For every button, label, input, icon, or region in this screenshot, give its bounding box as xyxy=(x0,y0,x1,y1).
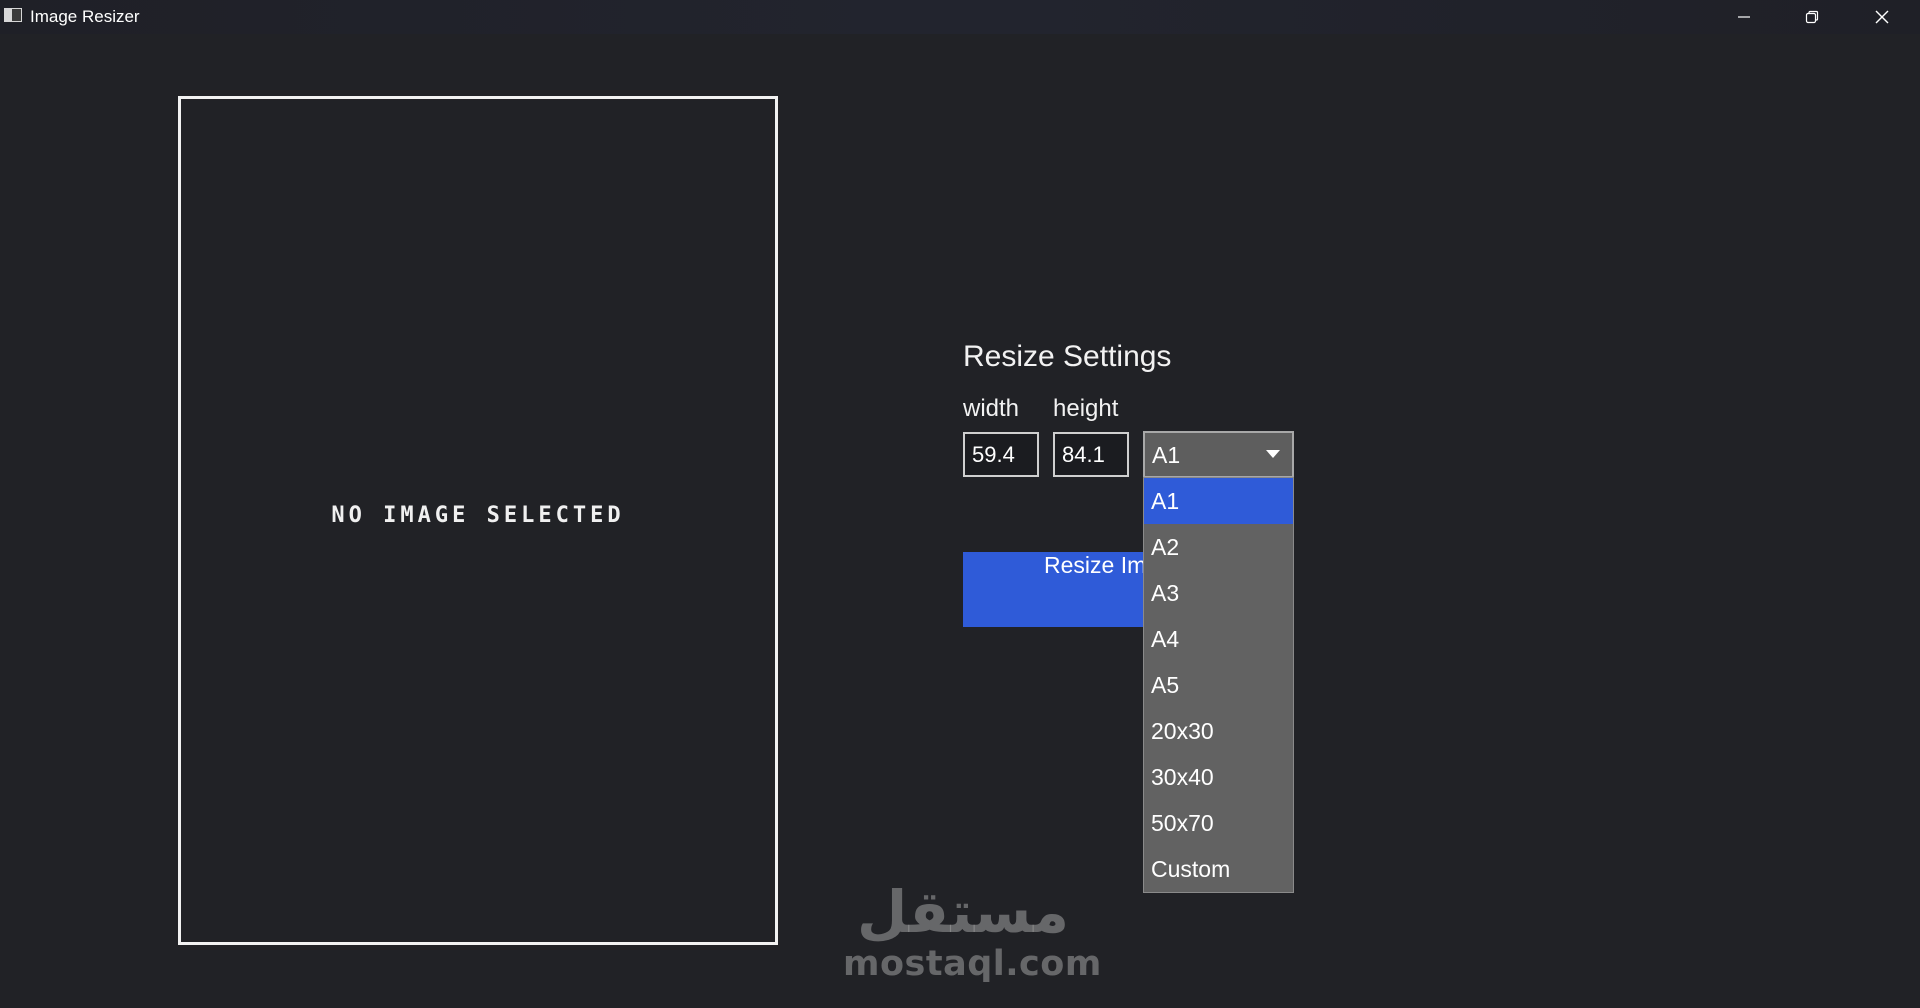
no-image-placeholder: NO IMAGE SELECTED xyxy=(331,503,625,528)
dropdown-option-a3[interactable]: A3 xyxy=(1144,570,1293,616)
chevron-down-icon xyxy=(1266,450,1280,458)
restore-button[interactable] xyxy=(1778,0,1846,34)
title-bar[interactable]: Image Resizer xyxy=(0,0,1920,34)
size-select-value: A1 xyxy=(1152,442,1181,468)
watermark: مستقل mostaql.com xyxy=(843,878,1102,984)
size-dropdown-list: A1 A2 A3 A4 A5 20x30 30x40 50x70 Custom xyxy=(1143,477,1294,893)
dropdown-option-30x40[interactable]: 30x40 xyxy=(1144,754,1293,800)
restore-icon xyxy=(1805,10,1819,24)
dropdown-option-a1[interactable]: A1 xyxy=(1144,478,1293,524)
dropdown-option-20x30[interactable]: 20x30 xyxy=(1144,708,1293,754)
dropdown-option-a5[interactable]: A5 xyxy=(1144,662,1293,708)
close-icon xyxy=(1875,10,1889,24)
height-input[interactable] xyxy=(1053,432,1129,477)
close-button[interactable] xyxy=(1848,0,1916,34)
height-label: height xyxy=(1053,395,1119,422)
watermark-latin: mostaql.com xyxy=(843,944,1102,984)
width-label: width xyxy=(963,395,1020,422)
size-select[interactable]: A1 xyxy=(1143,431,1294,478)
dropdown-option-custom[interactable]: Custom xyxy=(1144,846,1293,892)
app-window-icon xyxy=(4,8,22,22)
image-preview-area[interactable]: NO IMAGE SELECTED xyxy=(178,96,778,945)
minimize-button[interactable] xyxy=(1710,0,1778,34)
watermark-arabic: مستقل xyxy=(856,878,1070,946)
app-window: Image Resizer NO IMAGE SELECTED Resize S… xyxy=(0,0,1920,1008)
width-input[interactable] xyxy=(963,432,1039,477)
dropdown-option-50x70[interactable]: 50x70 xyxy=(1144,800,1293,846)
dropdown-option-a4[interactable]: A4 xyxy=(1144,616,1293,662)
settings-title: Resize Settings xyxy=(963,340,1172,373)
window-title: Image Resizer xyxy=(30,7,140,26)
minimize-icon xyxy=(1738,16,1750,18)
dropdown-option-a2[interactable]: A2 xyxy=(1144,524,1293,570)
